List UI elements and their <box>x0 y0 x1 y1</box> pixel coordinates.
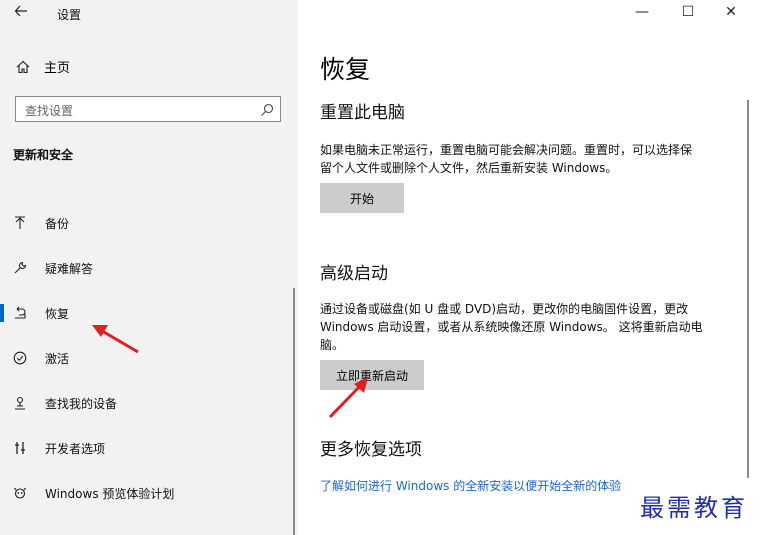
annotation-arrow-restart <box>328 377 368 419</box>
annotation-arrow-recovery <box>92 325 139 354</box>
annotation-arrows <box>92 325 368 419</box>
watermark-logo: 最需教育 <box>640 494 748 522</box>
